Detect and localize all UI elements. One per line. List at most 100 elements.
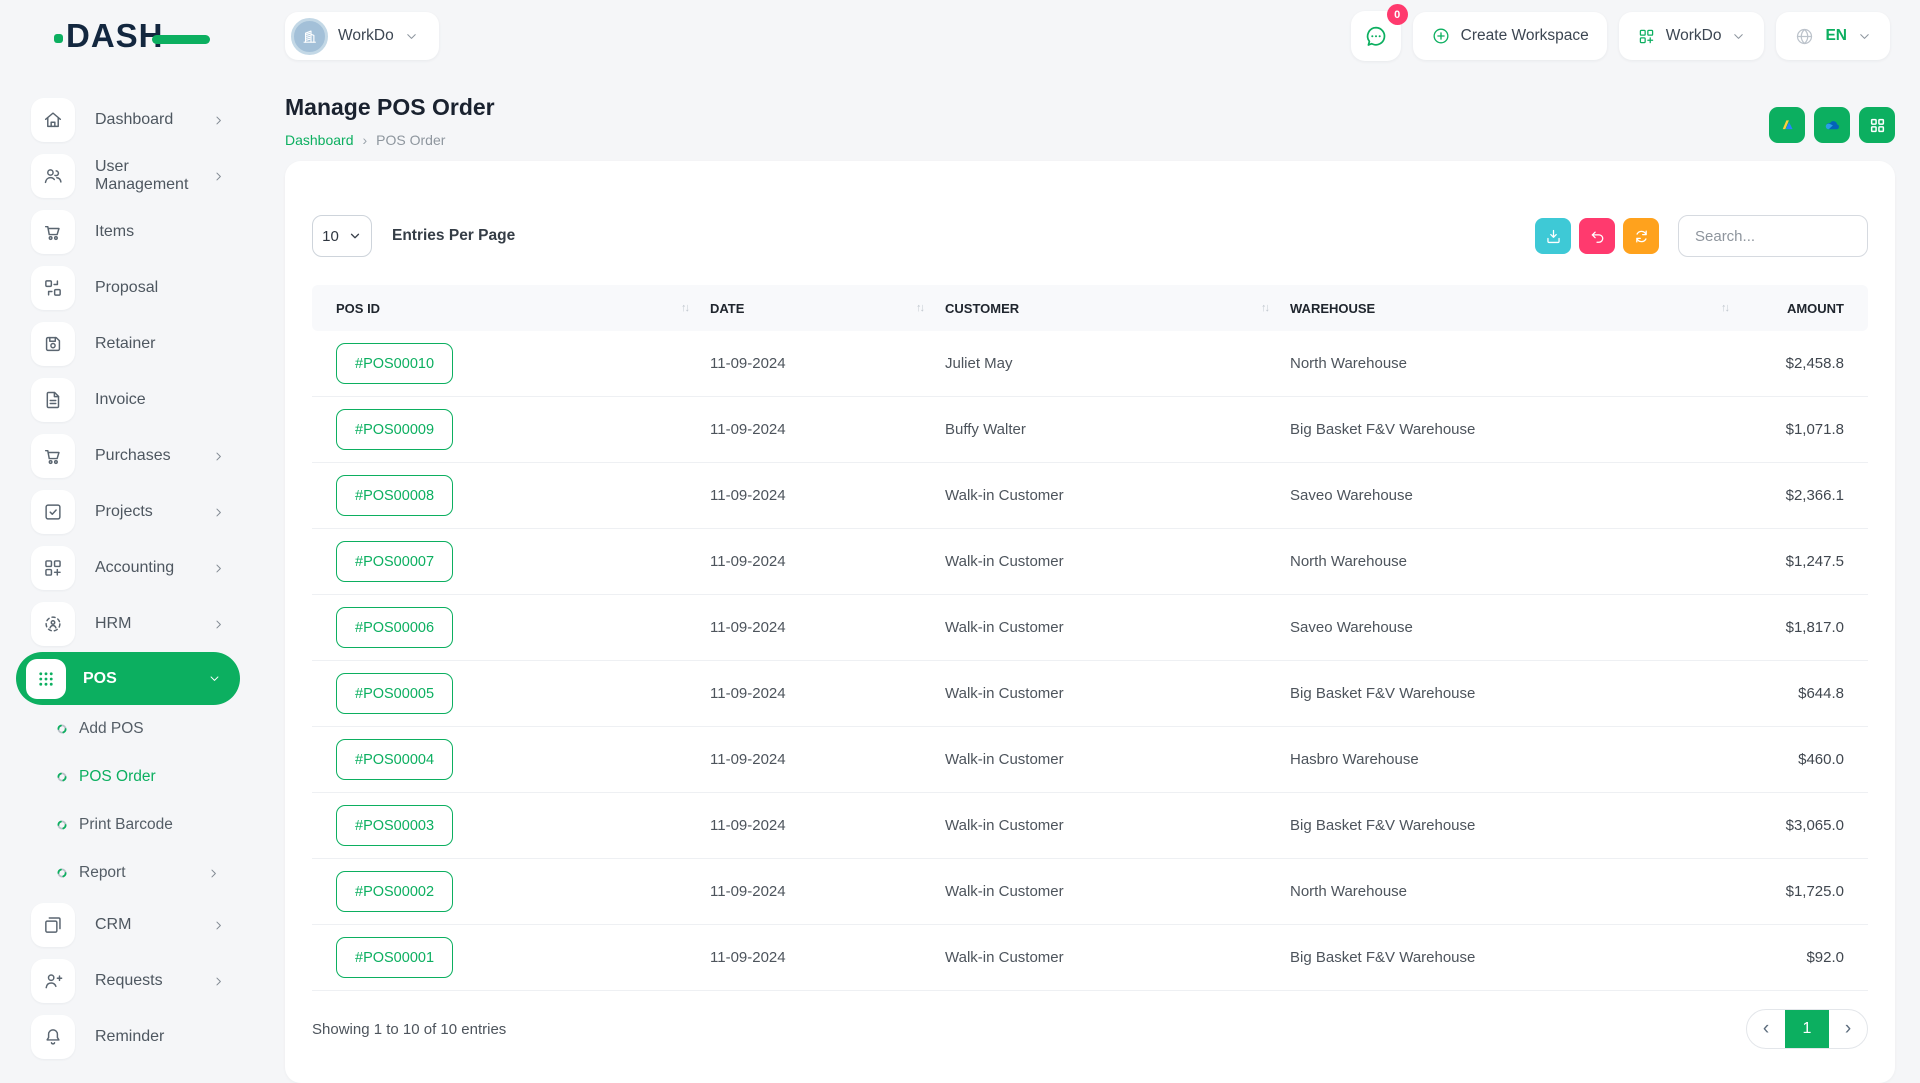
sidebar-item-hrm[interactable]: HRM [12, 596, 252, 652]
pagination-prev-button[interactable]: ‹ [1747, 1009, 1785, 1049]
onedrive-button[interactable] [1814, 107, 1850, 143]
export-download-button[interactable] [1535, 218, 1571, 254]
sidebar-item-retainer[interactable]: Retainer [12, 316, 252, 372]
sidebar-subitem-pos-order[interactable]: POS Order [12, 753, 252, 801]
table-row: #POS0001011-09-2024Juliet MayNorth Wareh… [312, 331, 1868, 397]
column-header-label: POS ID [336, 301, 380, 316]
date-cell: 11-09-2024 [702, 949, 937, 966]
sidebar-item-accounting[interactable]: Accounting [12, 540, 252, 596]
cart-icon [31, 434, 75, 478]
column-header-label: CUSTOMER [945, 301, 1019, 316]
sidebar-item-items[interactable]: Items [12, 204, 252, 260]
crosshair-user-icon [31, 602, 75, 646]
column-header-label: AMOUNT [1787, 301, 1844, 316]
amount-cell: $2,458.8 [1742, 355, 1868, 372]
grid-icon [1868, 116, 1887, 135]
pos-id-link[interactable]: #POS00004 [336, 739, 453, 780]
pos-id-link[interactable]: #POS00007 [336, 541, 453, 582]
date-cell: 11-09-2024 [702, 619, 937, 636]
sidebar-item-projects[interactable]: Projects [12, 484, 252, 540]
sidebar-item-pos[interactable]: POS [16, 652, 240, 705]
breadcrumb-dashboard-link[interactable]: Dashboard [285, 132, 354, 148]
topbar: DASH WorkDo 0 Create Workspace [0, 0, 1920, 72]
sidebar-item-reminder[interactable]: Reminder [12, 1009, 252, 1065]
pagination: ‹ 1 › [1746, 1009, 1868, 1049]
grid-view-button[interactable] [1859, 107, 1895, 143]
home-icon [31, 98, 75, 142]
messages-button[interactable]: 0 [1351, 11, 1401, 61]
google-drive-button[interactable] [1769, 107, 1805, 143]
amount-cell: $2,366.1 [1742, 487, 1868, 504]
pos-id-link[interactable]: #POS00010 [336, 343, 453, 384]
pos-id-link[interactable]: #POS00008 [336, 475, 453, 516]
workspace-menu-button[interactable]: WorkDo [1619, 12, 1765, 60]
sidebar-item-requests[interactable]: Requests [12, 953, 252, 1009]
chevron-right-icon [211, 113, 226, 128]
entries-per-page-select[interactable]: 10 [312, 215, 372, 257]
table-header-row: POS ID ↑↓ DATE↑↓CUSTOMER↑↓WAREHOUSE↑↓ AMOUN… [312, 285, 1868, 331]
warehouse-cell: North Warehouse [1282, 355, 1742, 372]
customer-cell: Walk-in Customer [937, 685, 1282, 702]
sidebar: Dashboard User Management ItemsProposal Ret… [12, 72, 252, 1080]
column-header-pos-id[interactable]: POS ID ↑↓ [312, 301, 702, 316]
date-cell: 11-09-2024 [702, 883, 937, 900]
logo-text: DASH [66, 17, 164, 55]
sidebar-subitem-add-pos[interactable]: Add POS [12, 705, 252, 753]
sidebar-item-purchases[interactable]: Purchases [12, 428, 252, 484]
column-header-date[interactable]: DATE↑↓ [702, 301, 937, 316]
sidebar-item-label: Retainer [95, 335, 155, 353]
sidebar-item-label: Dashboard [95, 111, 173, 129]
bullet-icon [56, 723, 68, 735]
date-cell: 11-09-2024 [702, 487, 937, 504]
bell-icon [31, 1015, 75, 1059]
chevron-right-icon [211, 505, 226, 520]
sidebar-item-user-management[interactable]: User Management [12, 148, 252, 204]
create-workspace-button[interactable]: Create Workspace [1413, 12, 1607, 60]
sidebar-item-proposal[interactable]: Proposal [12, 260, 252, 316]
sidebar-subitem-label: POS Order [79, 768, 156, 786]
sidebar-subitem-report[interactable]: Report [12, 849, 252, 897]
customer-cell: Juliet May [937, 355, 1282, 372]
showing-entries-text: Showing 1 to 10 of 10 entries [312, 1021, 506, 1038]
building-icon [291, 18, 328, 55]
table-row: #POS0000711-09-2024Walk-in CustomerNorth… [312, 529, 1868, 595]
user-plus-icon [31, 959, 75, 1003]
workspace-selector[interactable]: WorkDo [285, 12, 439, 60]
floppy-icon [31, 322, 75, 366]
pagination-next-button[interactable]: › [1829, 1009, 1867, 1049]
column-header-customer[interactable]: CUSTOMER↑↓ [937, 301, 1282, 316]
bullet-icon [56, 819, 68, 831]
pagination-current-page[interactable]: 1 [1785, 1009, 1829, 1049]
sidebar-item-invoice[interactable]: Invoice [12, 372, 252, 428]
sidebar-subitem-print-barcode[interactable]: Print Barcode [12, 801, 252, 849]
pos-order-card: 10 Entries Per Page [285, 161, 1895, 1083]
sidebar-item-label: User Management [95, 158, 211, 194]
entries-per-page-label: Entries Per Page [392, 227, 515, 245]
table-row: #POS0000611-09-2024Walk-in CustomerSaveo… [312, 595, 1868, 661]
refresh-button[interactable] [1623, 218, 1659, 254]
pos-id-link[interactable]: #POS00009 [336, 409, 453, 450]
language-selector[interactable]: EN [1776, 12, 1890, 60]
pos-id-link[interactable]: #POS00001 [336, 937, 453, 978]
chevron-right-icon [206, 866, 221, 881]
pos-id-link[interactable]: #POS00005 [336, 673, 453, 714]
sidebar-item-label: HRM [95, 615, 131, 633]
main-content: Manage POS Order Dashboard › POS Order [285, 72, 1895, 1083]
pos-id-link[interactable]: #POS00003 [336, 805, 453, 846]
breadcrumb: Dashboard › POS Order [285, 132, 495, 148]
grid-dots-icon [26, 659, 66, 699]
undo-button[interactable] [1579, 218, 1615, 254]
sidebar-item-dashboard[interactable]: Dashboard [12, 92, 252, 148]
pos-id-link[interactable]: #POS00002 [336, 871, 453, 912]
chevron-down-icon [348, 229, 362, 243]
date-cell: 11-09-2024 [702, 751, 937, 768]
plus-circle-icon [1431, 26, 1451, 46]
date-cell: 11-09-2024 [702, 553, 937, 570]
sidebar-item-crm[interactable]: CRM [12, 897, 252, 953]
column-header-warehouse[interactable]: WAREHOUSE↑↓ [1282, 301, 1742, 316]
search-input[interactable] [1678, 215, 1868, 257]
sort-arrows-icon: ↑↓ [681, 302, 688, 314]
pos-id-link[interactable]: #POS00006 [336, 607, 453, 648]
chevron-right-icon [211, 449, 226, 464]
logo-dot-icon [54, 34, 63, 43]
